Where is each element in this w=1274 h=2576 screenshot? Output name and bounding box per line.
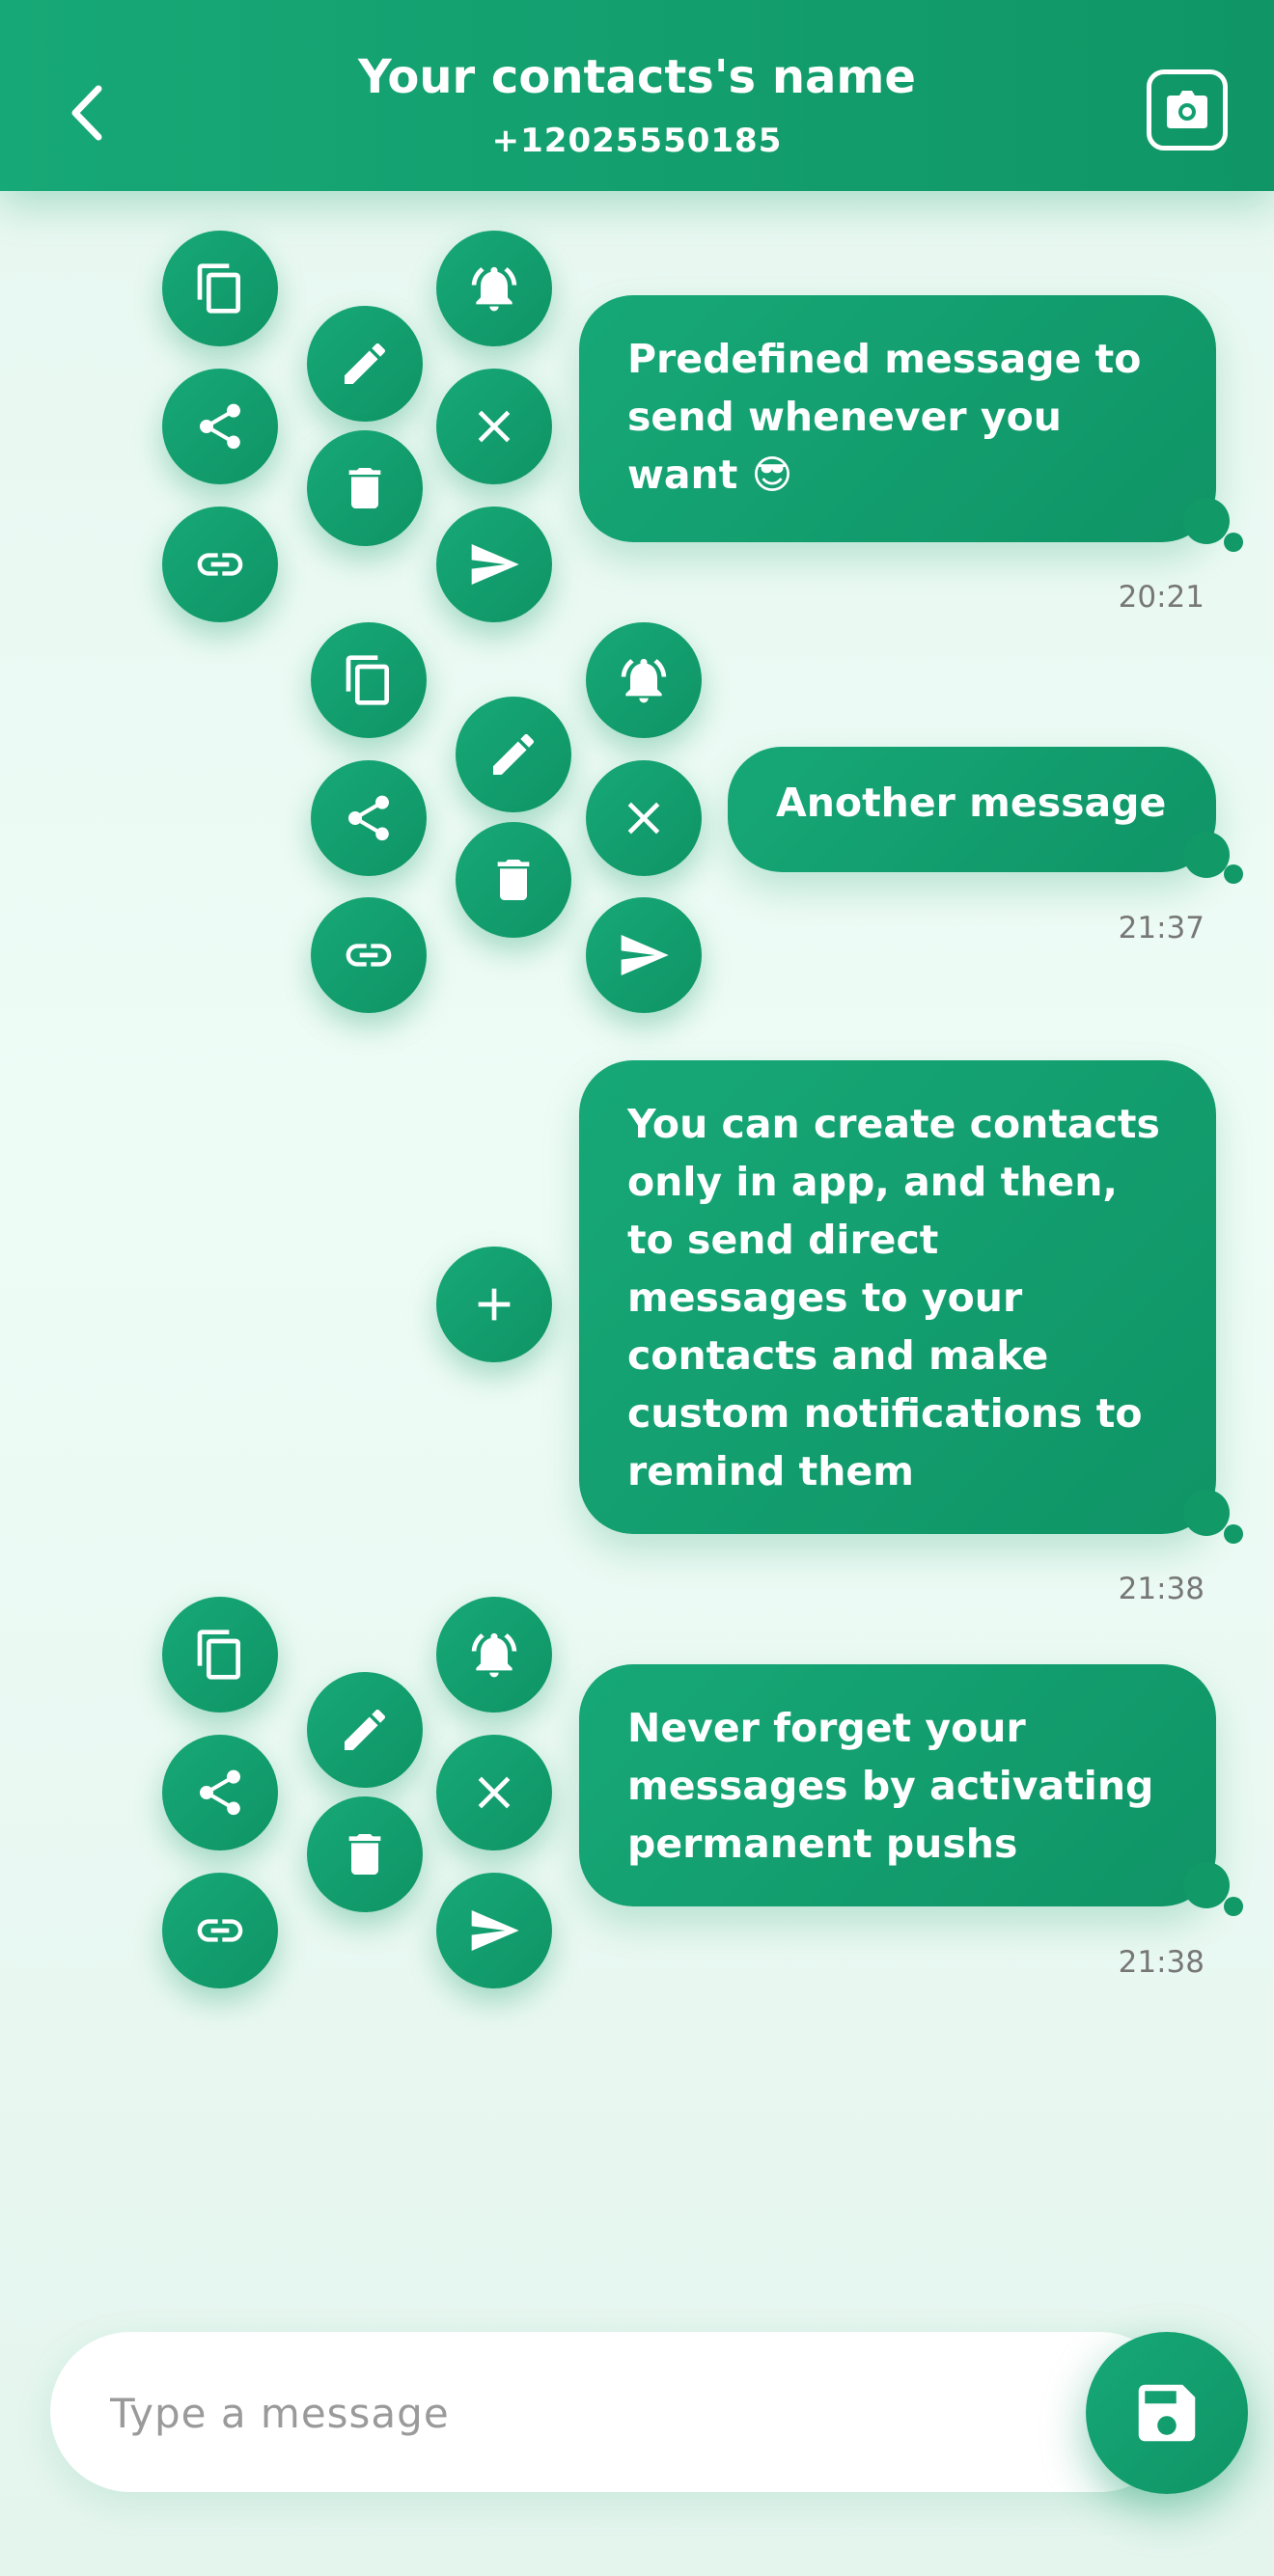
trash-icon	[348, 468, 381, 508]
send-button[interactable]	[436, 1873, 552, 1988]
notification-button[interactable]	[586, 622, 702, 738]
message-time: 20:21	[1118, 580, 1205, 615]
copy-icon	[197, 1630, 240, 1680]
pencil-icon	[493, 733, 535, 775]
notification-button[interactable]	[436, 1597, 552, 1713]
link-button[interactable]	[162, 507, 278, 622]
share-icon	[348, 795, 389, 841]
link-button[interactable]	[162, 1873, 278, 1988]
camera-icon	[1167, 91, 1207, 128]
bubble-tail	[1183, 498, 1230, 544]
close-button[interactable]	[586, 760, 702, 876]
link-icon	[197, 553, 243, 576]
add-action-button[interactable]	[436, 1247, 552, 1362]
copy-button[interactable]	[162, 1597, 278, 1713]
share-icon	[200, 1769, 240, 1816]
edit-button[interactable]	[307, 1672, 423, 1788]
bubble-tail-dot	[1224, 1897, 1243, 1916]
link-icon	[197, 1919, 243, 1942]
camera-button[interactable]	[1147, 69, 1228, 151]
delete-button[interactable]	[307, 430, 423, 546]
message-bubble[interactable]: You can create contacts only in app, and…	[579, 1060, 1216, 1534]
send-button[interactable]	[586, 897, 702, 1013]
close-icon	[627, 802, 660, 835]
bubble-tail-dot	[1224, 533, 1243, 552]
copy-icon	[346, 655, 389, 705]
plus-icon	[478, 1288, 511, 1321]
message-text: Another message	[776, 780, 1167, 826]
message-bubble[interactable]: Predefined message to send whenever you …	[579, 295, 1216, 542]
bubble-tail-dot	[1224, 864, 1243, 884]
send-icon	[471, 544, 519, 585]
message-bubble[interactable]: Never forget your messages by activating…	[579, 1664, 1216, 1906]
bell-ring-icon	[471, 266, 517, 312]
copy-button[interactable]	[162, 231, 278, 346]
contact-name: Your contacts's name	[358, 50, 916, 104]
send-icon	[471, 1910, 519, 1951]
copy-icon	[197, 263, 240, 314]
contact-phone: +12025550185	[491, 122, 783, 160]
message-text: Predefined message to send whenever you …	[627, 336, 1142, 498]
save-button[interactable]	[1086, 2332, 1248, 2494]
trash-icon	[497, 860, 530, 900]
bubble-tail	[1183, 832, 1230, 878]
trash-icon	[348, 1834, 381, 1875]
message-input[interactable]	[108, 2332, 1077, 2494]
delete-button[interactable]	[456, 822, 571, 938]
message-bubble[interactable]: Another message	[728, 747, 1216, 872]
send-icon	[621, 935, 669, 975]
link-button[interactable]	[311, 897, 427, 1013]
message-time: 21:38	[1118, 1572, 1205, 1606]
edit-button[interactable]	[456, 697, 571, 812]
bell-ring-icon	[621, 658, 667, 703]
share-button[interactable]	[162, 369, 278, 484]
close-button[interactable]	[436, 369, 552, 484]
link-icon	[346, 944, 392, 967]
pencil-icon	[345, 1709, 386, 1750]
bell-ring-icon	[471, 1632, 517, 1678]
chat-header: Your contacts's name +12025550185	[0, 0, 1274, 191]
close-button[interactable]	[436, 1735, 552, 1850]
share-icon	[200, 403, 240, 450]
send-button[interactable]	[436, 507, 552, 622]
edit-button[interactable]	[307, 306, 423, 422]
save-icon	[1138, 2384, 1196, 2442]
message-text: Never forget your messages by activating…	[627, 1705, 1154, 1867]
close-icon	[478, 410, 511, 443]
delete-button[interactable]	[307, 1796, 423, 1912]
close-icon	[478, 1776, 511, 1809]
message-time: 21:38	[1118, 1945, 1205, 1980]
pencil-icon	[345, 343, 386, 384]
share-button[interactable]	[162, 1735, 278, 1850]
copy-button[interactable]	[311, 622, 427, 738]
notification-button[interactable]	[436, 231, 552, 346]
bubble-tail	[1183, 1862, 1230, 1908]
bubble-tail	[1183, 1490, 1230, 1536]
message-input-bar	[50, 2332, 1179, 2494]
share-button[interactable]	[311, 760, 427, 876]
bubble-tail-dot	[1224, 1524, 1243, 1544]
message-text: You can create contacts only in app, and…	[627, 1101, 1160, 1494]
message-time: 21:37	[1118, 911, 1205, 945]
